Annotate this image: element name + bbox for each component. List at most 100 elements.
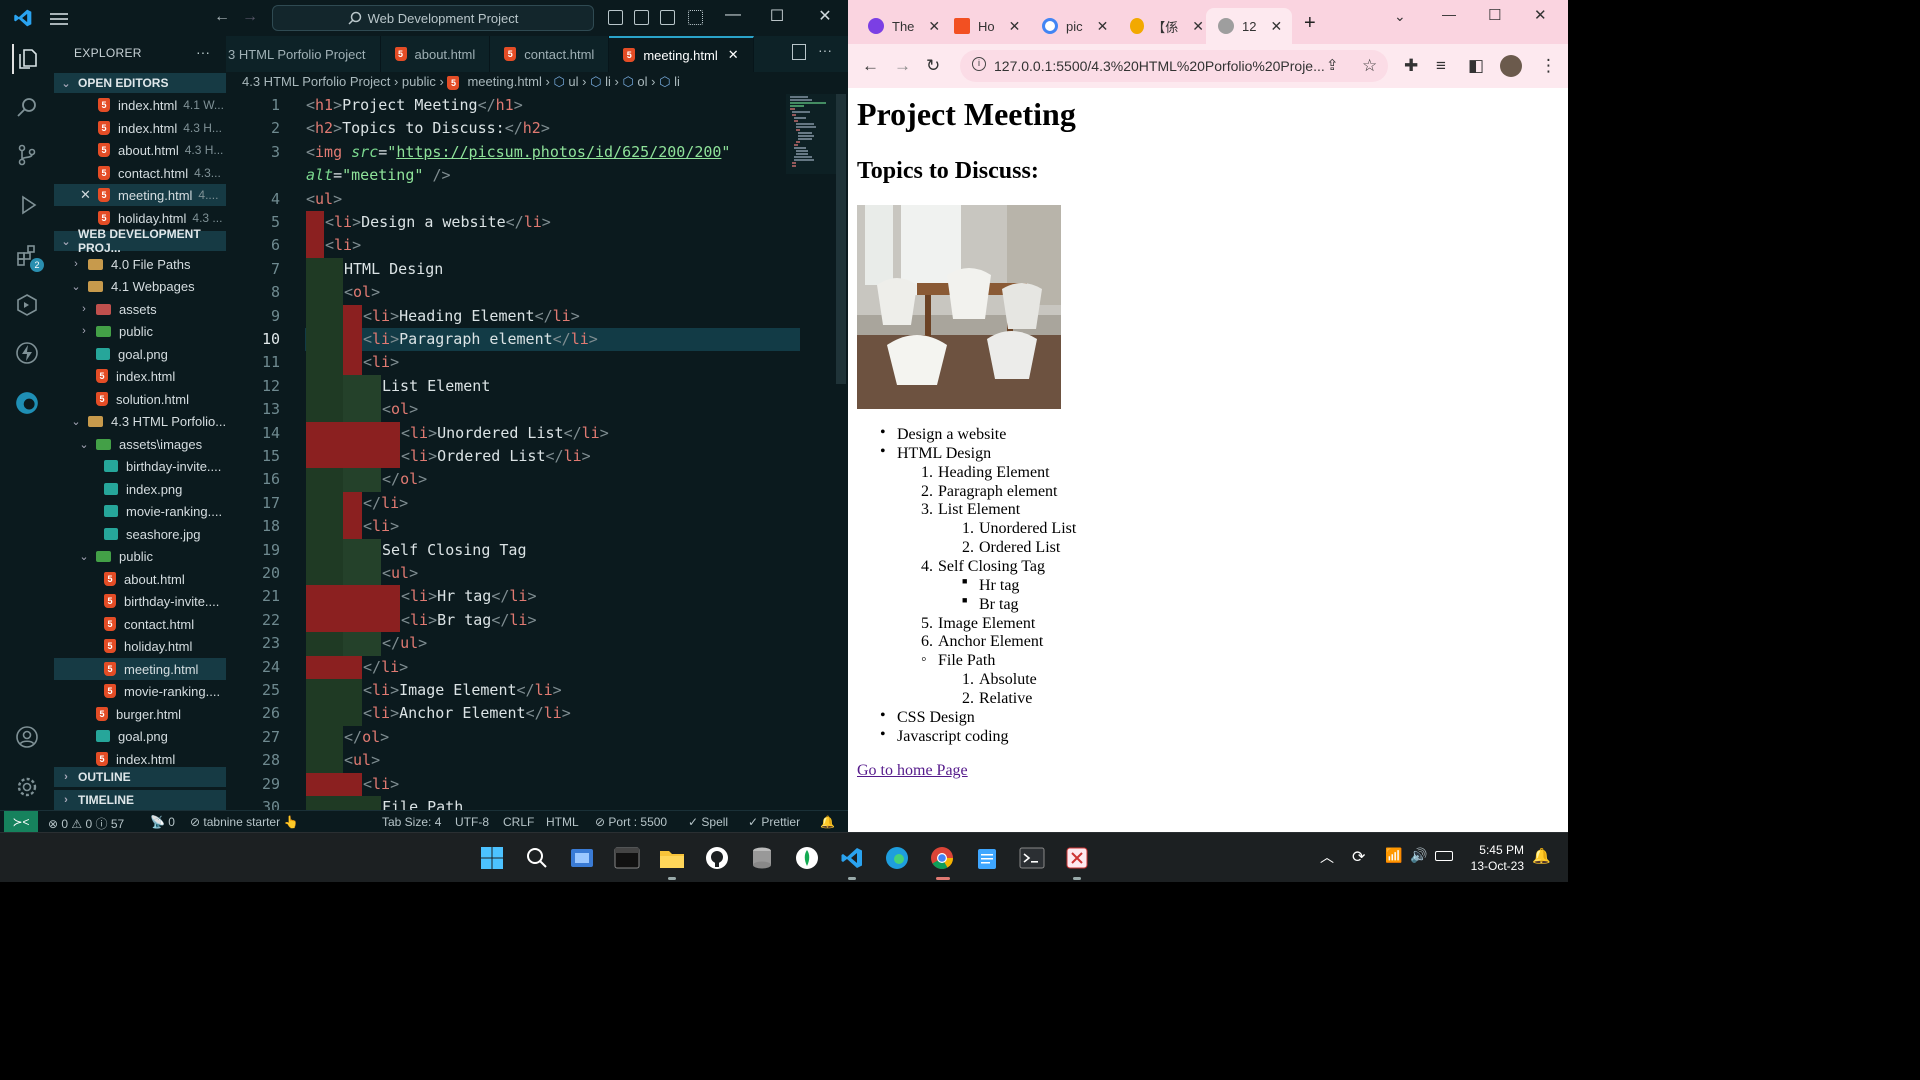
- browser-tab-active[interactable]: 12 ✕: [1206, 8, 1292, 44]
- maximize-icon[interactable]: ☐: [762, 6, 792, 26]
- forward-arrow-icon[interactable]: →: [242, 8, 258, 26]
- minimize-icon[interactable]: —: [1442, 6, 1456, 22]
- close-icon[interactable]: ✕: [1534, 6, 1547, 24]
- open-editor-item-active[interactable]: ✕ 5 meeting.html 4....: [54, 184, 226, 206]
- command-center[interactable]: Web Development Project: [272, 5, 594, 31]
- tree-file[interactable]: 5 movie-ranking....: [54, 680, 226, 702]
- settings-gear-icon[interactable]: [12, 772, 42, 802]
- close-tab-icon[interactable]: ✕: [728, 47, 739, 63]
- extensions-icon[interactable]: 2: [12, 240, 44, 272]
- project-section[interactable]: ⌄ WEB DEVELOPMENT PROJ...: [54, 227, 226, 255]
- accounts-icon[interactable]: [12, 722, 42, 752]
- outline-section[interactable]: › OUTLINE: [54, 767, 226, 787]
- task-view-icon[interactable]: [568, 844, 596, 872]
- encoding-indicator[interactable]: UTF-8: [455, 815, 489, 829]
- tree-file[interactable]: birthday-invite....: [54, 455, 226, 477]
- open-editor-item[interactable]: 5 about.html 4.3 H...: [54, 139, 226, 161]
- timeline-section[interactable]: › TIMELINE: [54, 790, 226, 810]
- edge-devtools-icon[interactable]: [12, 388, 42, 418]
- open-editor-item[interactable]: 5 index.html 4.3 H...: [54, 117, 226, 139]
- terminal-app-icon[interactable]: [613, 844, 641, 872]
- tree-folder[interactable]: › assets: [54, 298, 226, 320]
- tree-file[interactable]: 5 solution.html: [54, 388, 226, 410]
- tree-file[interactable]: movie-ranking....: [54, 500, 226, 522]
- spell-indicator[interactable]: ✓ Spell: [688, 815, 728, 829]
- powershell-icon[interactable]: [1018, 844, 1046, 872]
- media-controls-icon[interactable]: ≡: [1436, 56, 1446, 76]
- tree-file[interactable]: 5 index.html: [54, 365, 226, 387]
- source-control-icon[interactable]: [12, 140, 42, 170]
- open-editor-item[interactable]: 5 holiday.html 4.3 ...: [54, 207, 226, 229]
- tree-folder[interactable]: › 4.0 File Paths: [54, 253, 226, 275]
- search-icon[interactable]: [523, 844, 551, 872]
- breadcrumb-item[interactable]: 4.3 HTML Porfolio Project: [242, 74, 390, 89]
- explorer-icon[interactable]: [12, 44, 42, 74]
- breadcrumb-item[interactable]: public: [402, 74, 436, 89]
- thunder-client-icon[interactable]: [12, 338, 42, 368]
- toggle-secondary-sidebar-icon[interactable]: [660, 10, 675, 25]
- home-page-link[interactable]: Go to home Page: [857, 762, 968, 780]
- ports-indicator[interactable]: 📡 0: [150, 815, 175, 829]
- address-bar[interactable]: i 127.0.0.1:5500/4.3%20HTML%20Porfolio%2…: [960, 50, 1388, 82]
- volume-icon[interactable]: 🔊: [1410, 847, 1427, 864]
- browser-tab[interactable]: Ho ✕: [942, 8, 1028, 44]
- vscode-taskbar-icon[interactable]: [838, 844, 866, 872]
- open-editors-section[interactable]: ⌄ OPEN EDITORS: [54, 73, 226, 93]
- tab-portfolio-project[interactable]: 3 HTML Porfolio Project: [226, 36, 381, 72]
- close-tab-icon[interactable]: ✕: [1192, 18, 1204, 35]
- editor-scrollbar[interactable]: [836, 94, 846, 384]
- tree-file[interactable]: 5 holiday.html: [54, 635, 226, 657]
- tree-file[interactable]: seashore.jpg: [54, 523, 226, 545]
- open-editor-item[interactable]: 5 contact.html 4.3...: [54, 162, 226, 184]
- back-arrow-icon[interactable]: ←: [214, 8, 230, 26]
- close-editor-icon[interactable]: ✕: [80, 187, 98, 203]
- language-indicator[interactable]: HTML: [546, 815, 579, 829]
- github-desktop-icon[interactable]: [703, 844, 731, 872]
- close-tab-icon[interactable]: ✕: [1270, 18, 1282, 35]
- wifi-icon[interactable]: 📶: [1385, 847, 1402, 864]
- remote-explorer-icon[interactable]: [12, 290, 42, 320]
- share-icon[interactable]: ⇪: [1326, 56, 1339, 74]
- menu-icon[interactable]: [50, 10, 68, 26]
- search-icon[interactable]: [12, 92, 42, 122]
- more-actions-icon[interactable]: ···: [196, 44, 210, 60]
- editor-more-actions-icon[interactable]: ···: [818, 42, 832, 58]
- extensions-puzzle-icon[interactable]: ✚: [1404, 56, 1418, 76]
- tree-file[interactable]: goal.png: [54, 725, 226, 747]
- tree-file[interactable]: 5 contact.html: [54, 613, 226, 635]
- breadcrumb-item[interactable]: meeting.html: [467, 74, 541, 89]
- tree-file[interactable]: goal.png: [54, 343, 226, 365]
- tree-folder[interactable]: ⌄ assets\images: [54, 433, 226, 455]
- notifications-bell-icon[interactable]: 🔔: [820, 815, 835, 829]
- chrome-browser-icon[interactable]: [928, 844, 956, 872]
- notepad-icon[interactable]: [973, 844, 1001, 872]
- tree-folder[interactable]: ⌄ 4.3 HTML Porfolio...: [54, 410, 226, 432]
- bookmark-star-icon[interactable]: ☆: [1362, 56, 1377, 76]
- close-icon[interactable]: ✕: [810, 6, 840, 26]
- minimap[interactable]: [786, 94, 836, 174]
- toggle-panel-icon[interactable]: [634, 10, 649, 25]
- tree-file[interactable]: 5 about.html: [54, 568, 226, 590]
- tree-file[interactable]: 5 birthday-invite....: [54, 590, 226, 612]
- battery-icon[interactable]: [1435, 851, 1453, 861]
- live-server-port[interactable]: ⊘ Port : 5500: [595, 815, 667, 829]
- run-debug-icon[interactable]: [12, 190, 42, 220]
- minimize-icon[interactable]: —: [718, 6, 748, 24]
- code-editor[interactable]: 1 <h1>Project Meeting</h1> 2 <h2>Topics to…: [226, 94, 836, 810]
- tab-contact[interactable]: 5 contact.html: [490, 36, 610, 72]
- customize-layout-icon[interactable]: [688, 10, 703, 25]
- tree-folder[interactable]: ⌄ public: [54, 545, 226, 567]
- eol-indicator[interactable]: CRLF: [503, 815, 534, 829]
- breadcrumb-item[interactable]: li: [674, 74, 680, 89]
- notification-bell-icon[interactable]: 🔔: [1532, 847, 1551, 865]
- breadcrumb-item[interactable]: li: [605, 74, 611, 89]
- back-arrow-icon[interactable]: ←: [862, 56, 879, 76]
- tree-folder[interactable]: ⌄ 4.1 Webpages: [54, 275, 226, 297]
- browser-tab[interactable]: pic ✕: [1030, 8, 1116, 44]
- edge-browser-icon[interactable]: [883, 844, 911, 872]
- tree-file[interactable]: index.png: [54, 478, 226, 500]
- site-info-icon[interactable]: i: [972, 57, 986, 71]
- profile-avatar[interactable]: [1500, 55, 1522, 77]
- mongodb-compass-icon[interactable]: [793, 844, 821, 872]
- chrome-menu-icon[interactable]: ⋮: [1540, 56, 1557, 76]
